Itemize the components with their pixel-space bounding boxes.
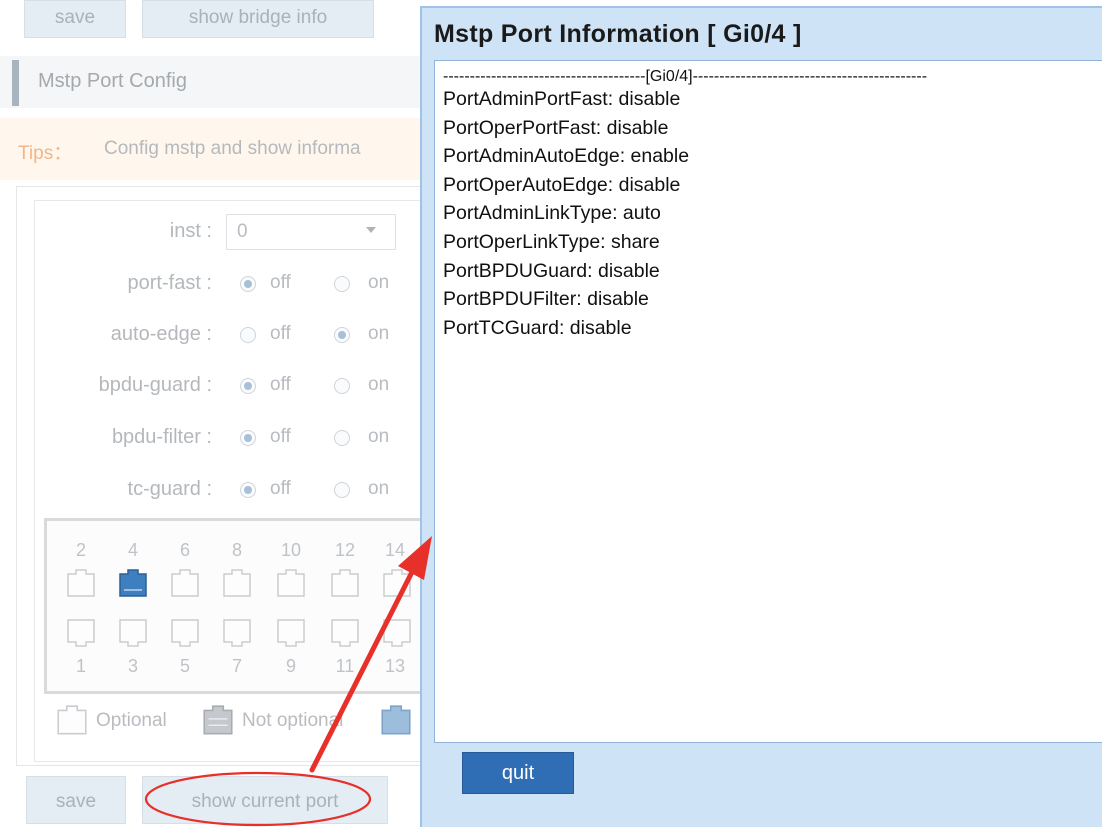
port-number-label: 14 [384, 540, 406, 560]
port-13[interactable] [380, 616, 416, 648]
dialog-title: Mstp Port Information [ Gi0/4 ] [434, 20, 802, 48]
info-header-line: --------------------------------------[G… [443, 68, 928, 85]
port-7[interactable] [220, 616, 254, 648]
dialog-body: --------------------------------------[G… [434, 60, 1102, 743]
port-9[interactable] [274, 616, 308, 648]
legend-optional-label: Optional [96, 710, 167, 731]
port-number-label: 3 [127, 656, 138, 676]
port-number-label: 6 [179, 540, 190, 560]
tc-guard-label: tc-guard : [127, 478, 212, 500]
tc-guard-off-radio[interactable] [240, 482, 256, 498]
tips-text: Config mstp and show informa [104, 138, 361, 159]
info-line: PortOperPortFast: disable [443, 116, 669, 139]
port-fast-off-radio[interactable] [240, 276, 256, 292]
port-5[interactable] [168, 616, 202, 648]
info-line: PortAdminAutoEdge: enable [443, 145, 690, 168]
info-line: PortAdminPortFast: disable [443, 88, 681, 110]
mstp-port-information-dialog: Mstp Port Information [ Gi0/4 ] --------… [420, 6, 1102, 827]
auto-edge-on-label: on [368, 323, 390, 344]
bottom-save-button[interactable]: save [26, 776, 126, 824]
port-4[interactable] [116, 568, 150, 600]
optional-port-icon [54, 704, 90, 738]
port-number-label: 11 [335, 656, 355, 676]
port-number-label: 10 [280, 540, 302, 560]
selected-port-icon [378, 704, 414, 738]
info-line: PortTCGuard: disable [443, 316, 632, 339]
bpdu-filter-label: bpdu-filter : [111, 426, 212, 448]
port-number-label: 13 [384, 656, 406, 676]
port-14[interactable] [380, 568, 416, 600]
port-3[interactable] [116, 616, 150, 648]
show-bridge-info-button[interactable]: show bridge info [142, 0, 374, 38]
port-fast-label: port-fast : [127, 272, 212, 294]
port-6[interactable] [168, 568, 202, 600]
port-11[interactable] [328, 616, 362, 648]
port-fast-on-label: on [368, 272, 390, 293]
tips-label: Tips： [18, 143, 73, 164]
inst-label: inst : [169, 220, 212, 242]
auto-edge-on-radio[interactable] [334, 327, 350, 343]
port-number-label: 12 [334, 540, 356, 560]
not-optional-port-icon [200, 704, 236, 738]
tc-guard-on-label: on [368, 478, 390, 499]
section-accent-bar [12, 60, 19, 106]
top-save-button[interactable]: save [24, 0, 126, 38]
bpdu-filter-on-radio[interactable] [334, 430, 350, 446]
port-8[interactable] [220, 568, 254, 600]
info-line: PortAdminLinkType: auto [443, 202, 661, 225]
port-10[interactable] [274, 568, 308, 600]
info-line: PortBPDUFilter: disable [443, 288, 649, 311]
bpdu-filter-off-radio[interactable] [240, 430, 256, 446]
auto-edge-label: auto-edge : [110, 323, 212, 345]
tc-guard-off-label: off [270, 478, 291, 499]
port-2[interactable] [64, 568, 98, 600]
port-number-label: 5 [179, 656, 190, 676]
port-number-label: 7 [231, 656, 242, 676]
info-line: PortOperAutoEdge: disable [443, 173, 681, 196]
show-current-port-button[interactable]: show current port [142, 776, 388, 824]
bpdu-guard-off-radio[interactable] [240, 378, 256, 394]
port-number-label: 8 [231, 540, 242, 560]
port-1[interactable] [64, 616, 98, 648]
bpdu-filter-off-label: off [270, 426, 291, 447]
bpdu-filter-on-label: on [368, 426, 390, 447]
auto-edge-off-radio[interactable] [240, 327, 256, 343]
info-line: PortOperLinkType: share [443, 230, 660, 253]
section-title: Mstp Port Config [38, 70, 187, 92]
bpdu-guard-on-label: on [368, 374, 390, 395]
legend-not-optional-label: Not optional [242, 710, 344, 731]
port-number-label: 2 [75, 540, 86, 560]
auto-edge-off-label: off [270, 323, 291, 344]
bpdu-guard-on-radio[interactable] [334, 378, 350, 394]
quit-button[interactable]: quit [462, 752, 574, 794]
bpdu-guard-off-label: off [270, 374, 291, 395]
port-number-label: 4 [127, 540, 138, 560]
tc-guard-on-radio[interactable] [334, 482, 350, 498]
port-12[interactable] [328, 568, 362, 600]
port-fast-on-radio[interactable] [334, 276, 350, 292]
chevron-down-icon [366, 227, 376, 233]
port-fast-off-label: off [270, 272, 291, 293]
port-number-label: 1 [75, 656, 86, 676]
port-number-label: 9 [285, 656, 296, 676]
bpdu-guard-label: bpdu-guard : [98, 374, 212, 396]
info-line: PortBPDUGuard: disable [443, 259, 660, 282]
